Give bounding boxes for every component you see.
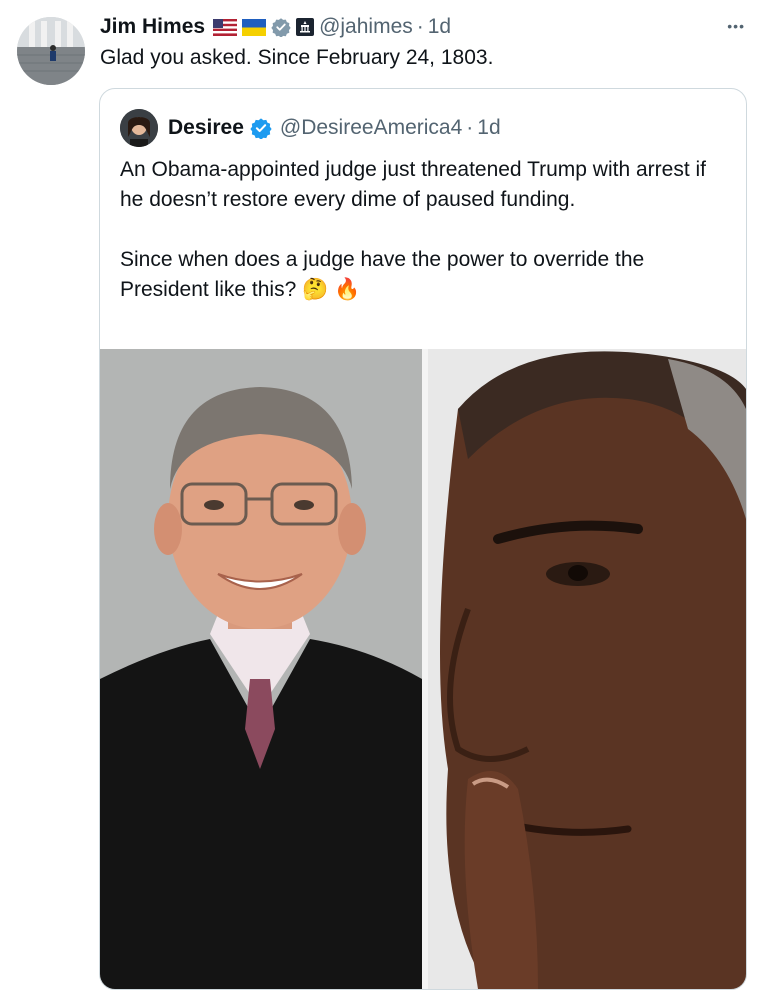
quoted-media-grid [100, 349, 746, 989]
author-avatar[interactable] [17, 17, 85, 85]
author-handle[interactable]: @jahimes [319, 15, 413, 39]
obama-closeup-image[interactable] [428, 349, 746, 989]
quoted-author-avatar[interactable] [120, 109, 158, 147]
quoted-author-name[interactable]: Desiree [168, 116, 244, 140]
quoted-separator-dot: · [466, 116, 474, 139]
tweet-text: Glad you asked. Since February 24, 1803. [100, 46, 494, 69]
quoted-tweet-time[interactable]: 1d [477, 116, 500, 140]
more-options-icon[interactable]: ••• [727, 18, 745, 34]
author-name[interactable]: Jim Himes [100, 15, 205, 39]
tweet-header: Jim Himes @jahimes · 1d ••• [100, 12, 745, 42]
verified-blue-icon [250, 117, 272, 139]
capitol-badge-icon[interactable] [296, 18, 315, 36]
tweet-time[interactable]: 1d [428, 15, 451, 39]
verified-gray-icon [271, 17, 291, 37]
quoted-tweet-card[interactable]: Desiree @DesireeAmerica4 · 1d An Obama-a… [99, 88, 747, 990]
us-flag-icon [213, 18, 238, 36]
judge-portrait-image[interactable] [100, 349, 422, 989]
quoted-tweet-text: An Obama-appointed judge just threatened… [120, 158, 706, 301]
capitol-steps-image [17, 17, 85, 85]
separator-dot: · [416, 15, 424, 38]
ukraine-flag-icon [242, 18, 267, 36]
quoted-tweet-header: Desiree @DesireeAmerica4 · 1d [120, 109, 501, 147]
quoted-author-handle[interactable]: @DesireeAmerica4 [280, 116, 462, 140]
